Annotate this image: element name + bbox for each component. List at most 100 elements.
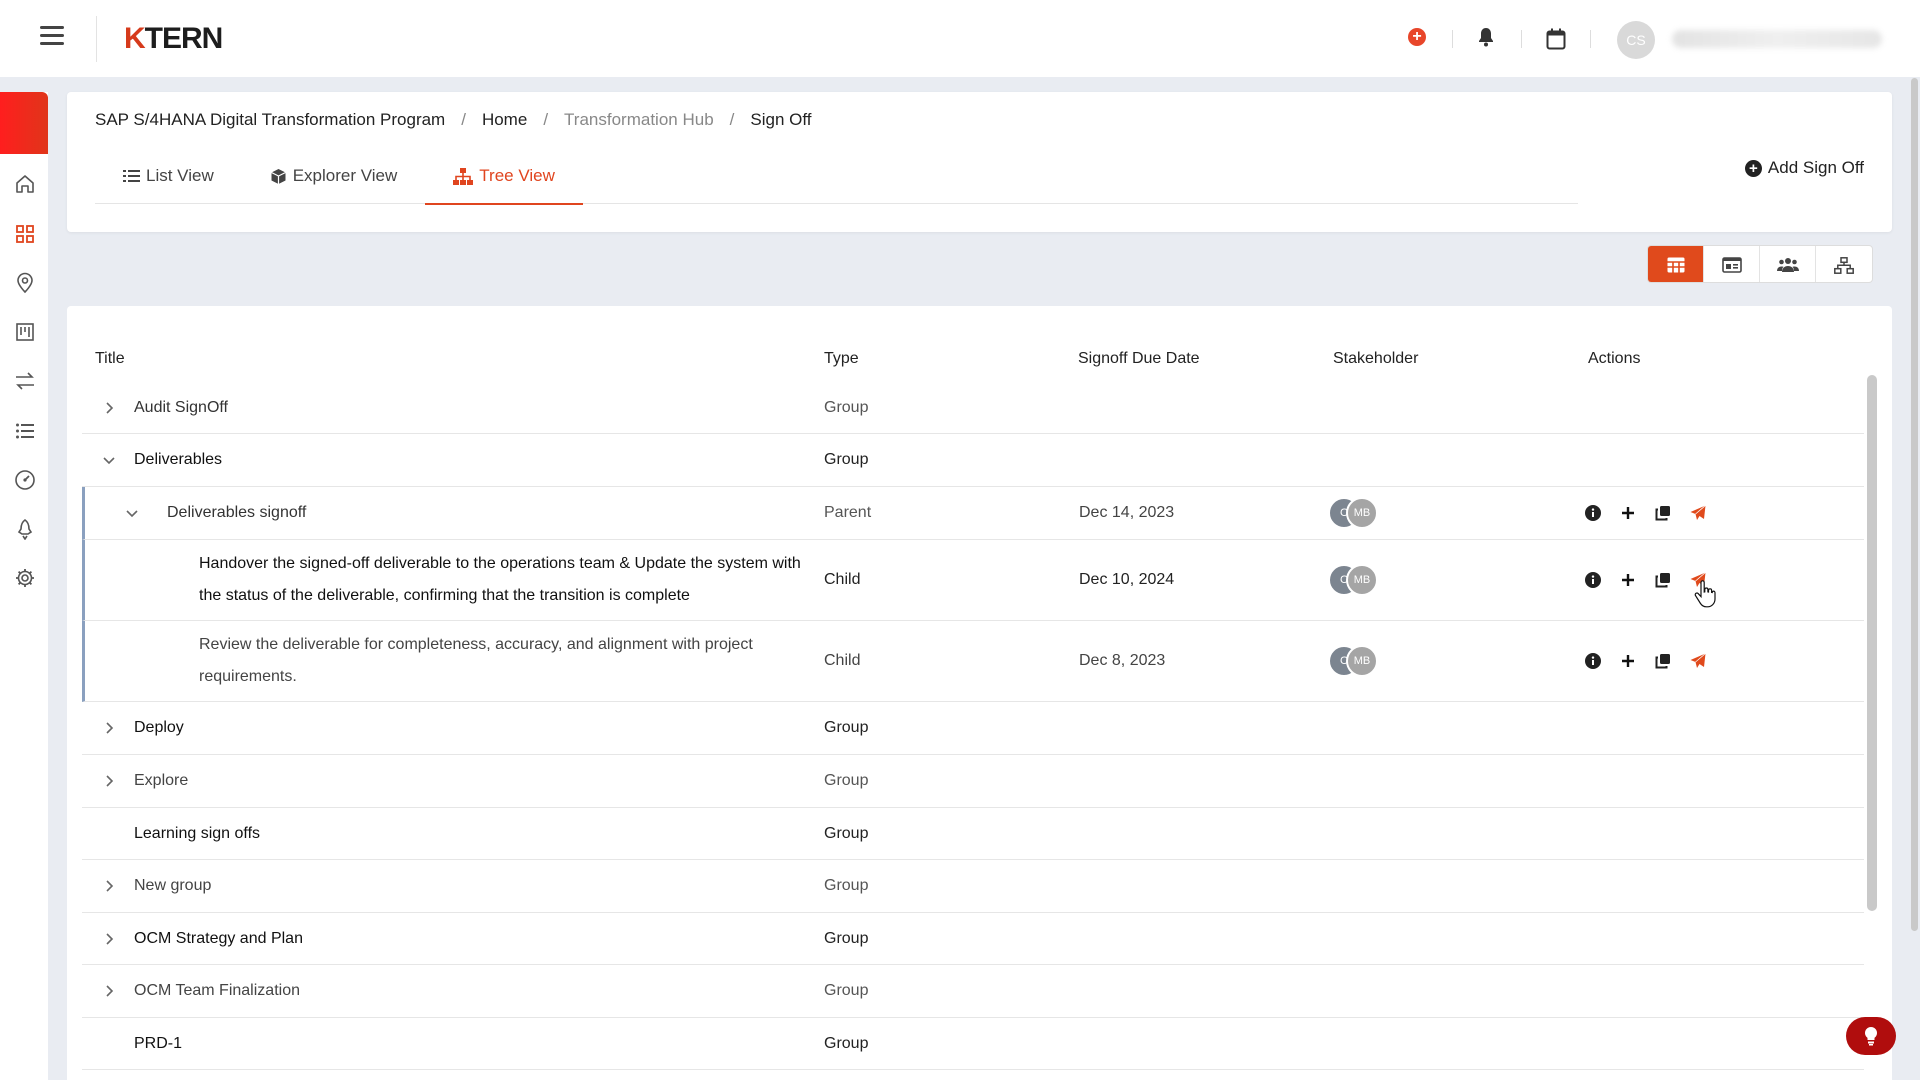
row-title-line: Review the deliverable for completeness,… [199,636,753,653]
row-type: Child [824,652,861,669]
add-icon[interactable] [1618,503,1638,523]
table-row[interactable]: PRD-1 Group [82,1018,1864,1070]
settings-gear-icon[interactable] [14,567,36,589]
chevron-right-icon[interactable] [102,721,116,735]
gauge-icon[interactable] [14,469,36,491]
send-icon[interactable] [1688,651,1708,671]
transfer-icon[interactable] [14,370,36,392]
row-type: Group [824,1034,869,1052]
breadcrumb-program[interactable]: SAP S/4HANA Digital Transformation Progr… [95,110,445,130]
add-sign-off-button[interactable]: + Add Sign Off [1744,158,1864,178]
home-icon[interactable] [14,173,36,195]
row-title: PRD-1 [134,1034,183,1052]
send-icon[interactable] [1688,503,1708,523]
list-icon[interactable] [14,420,36,442]
column-type[interactable]: Type [824,350,859,368]
card-layout-button[interactable] [1704,246,1760,282]
table-row[interactable]: Explore Group [82,755,1864,808]
chevron-right-icon[interactable] [102,932,116,946]
tab-label: Explorer View [292,166,398,185]
ktern-logo[interactable]: KTERN [124,22,224,56]
row-title: OCM Team Finalization [134,982,300,999]
row-type: Group [824,929,869,947]
stakeholder-avatars[interactable]: C MB [1328,564,1378,596]
tab-label: Tree View [479,166,555,185]
row-due-date: Dec 8, 2023 [1079,652,1166,669]
layout-switcher [1647,245,1873,283]
row-due-date: Dec 10, 2024 [1079,571,1175,588]
rocket-icon[interactable] [14,518,36,540]
table-row[interactable]: Learning sign offs Group [82,808,1864,860]
tab-tree-view[interactable]: Tree View [425,148,583,205]
table-row[interactable]: OCM Team Finalization Group [82,965,1864,1018]
info-icon[interactable] [1583,651,1603,671]
menu-icon[interactable] [40,26,64,48]
chevron-down-icon[interactable] [102,453,116,467]
breadcrumb-separator: / [461,110,466,129]
table-scrollbar[interactable] [1867,375,1877,911]
copy-icon[interactable] [1653,503,1673,523]
tab-explorer-view[interactable]: Explorer View [242,148,426,204]
id-card-icon [1721,257,1742,273]
info-icon[interactable] [1583,503,1603,523]
table-layout-button[interactable] [1648,246,1704,282]
avatar[interactable]: MB [1346,564,1378,596]
add-icon[interactable] [1618,651,1638,671]
sign-off-table: Title Type Signoff Due Date Stakeholder … [67,306,1892,1080]
chevron-right-icon[interactable] [102,774,116,788]
people-layout-button[interactable] [1760,246,1816,282]
avatar[interactable]: MB [1346,497,1378,529]
chevron-right-icon[interactable] [102,879,116,893]
table-row[interactable]: Audit SignOff Group [82,382,1864,434]
user-avatar[interactable]: CS [1617,21,1655,59]
row-type: Group [824,398,869,416]
breadcrumb-separator: / [543,110,549,129]
breadcrumb-home[interactable]: Home [482,110,527,130]
quick-add-icon[interactable]: + [1408,28,1426,46]
page-scrollbar[interactable] [1911,78,1918,931]
table-header: Title Type Signoff Due Date Stakeholder … [95,350,1875,380]
sitemap-icon [453,167,474,185]
hand-cursor-icon [1694,580,1716,613]
location-pin-icon[interactable] [14,272,36,294]
help-button[interactable] [1846,1017,1896,1055]
list-icon [123,169,140,183]
copy-icon[interactable] [1653,570,1673,590]
column-title[interactable]: Title [95,350,125,368]
copy-icon[interactable] [1653,651,1673,671]
breadcrumb-transformation-hub[interactable]: Transformation Hub [564,110,714,130]
info-icon[interactable] [1583,570,1603,590]
sitemap-icon [1834,256,1854,274]
table-row[interactable]: Deploy Group [82,702,1864,755]
calendar-icon[interactable] [1546,28,1566,55]
table-row[interactable]: New group Group [82,860,1864,913]
user-name-blurred[interactable] [1672,30,1882,48]
add-icon[interactable] [1618,570,1638,590]
column-due-date[interactable]: Signoff Due Date [1078,350,1200,368]
table-row[interactable]: OCM Strategy and Plan Group [82,913,1864,965]
logo-text: TERN [144,22,224,55]
chevron-right-icon[interactable] [102,401,116,415]
row-title-line: Handover the signed-off deliverable to t… [199,555,801,572]
table-row[interactable]: Handover the signed-off deliverable to t… [82,540,1864,621]
chevron-down-icon[interactable] [125,506,139,520]
table-row[interactable]: Deliverables Group [82,434,1864,487]
stakeholder-avatars[interactable]: C MB [1328,497,1378,529]
tab-label: List View [146,166,214,185]
lightbulb-icon [1864,1026,1878,1046]
board-icon[interactable] [14,321,36,343]
table-body: Audit SignOff Group Deliverables Group D… [82,382,1864,1070]
plus-circle-icon: + [1744,159,1762,177]
bell-icon[interactable] [1477,27,1495,52]
table-row[interactable]: Deliverables signoff Parent Dec 14, 2023… [82,487,1864,540]
cube-icon [270,168,287,185]
avatar[interactable]: MB [1346,645,1378,677]
table-row[interactable]: Review the deliverable for completeness,… [82,621,1864,702]
dashboard-grid-icon[interactable] [14,223,36,245]
row-title: Deliverables [134,451,223,468]
tree-layout-button[interactable] [1816,246,1872,282]
stakeholder-avatars[interactable]: C MB [1328,645,1378,677]
tab-list-view[interactable]: List View [95,148,242,204]
column-stakeholder[interactable]: Stakeholder [1333,350,1418,368]
chevron-right-icon[interactable] [102,984,116,998]
